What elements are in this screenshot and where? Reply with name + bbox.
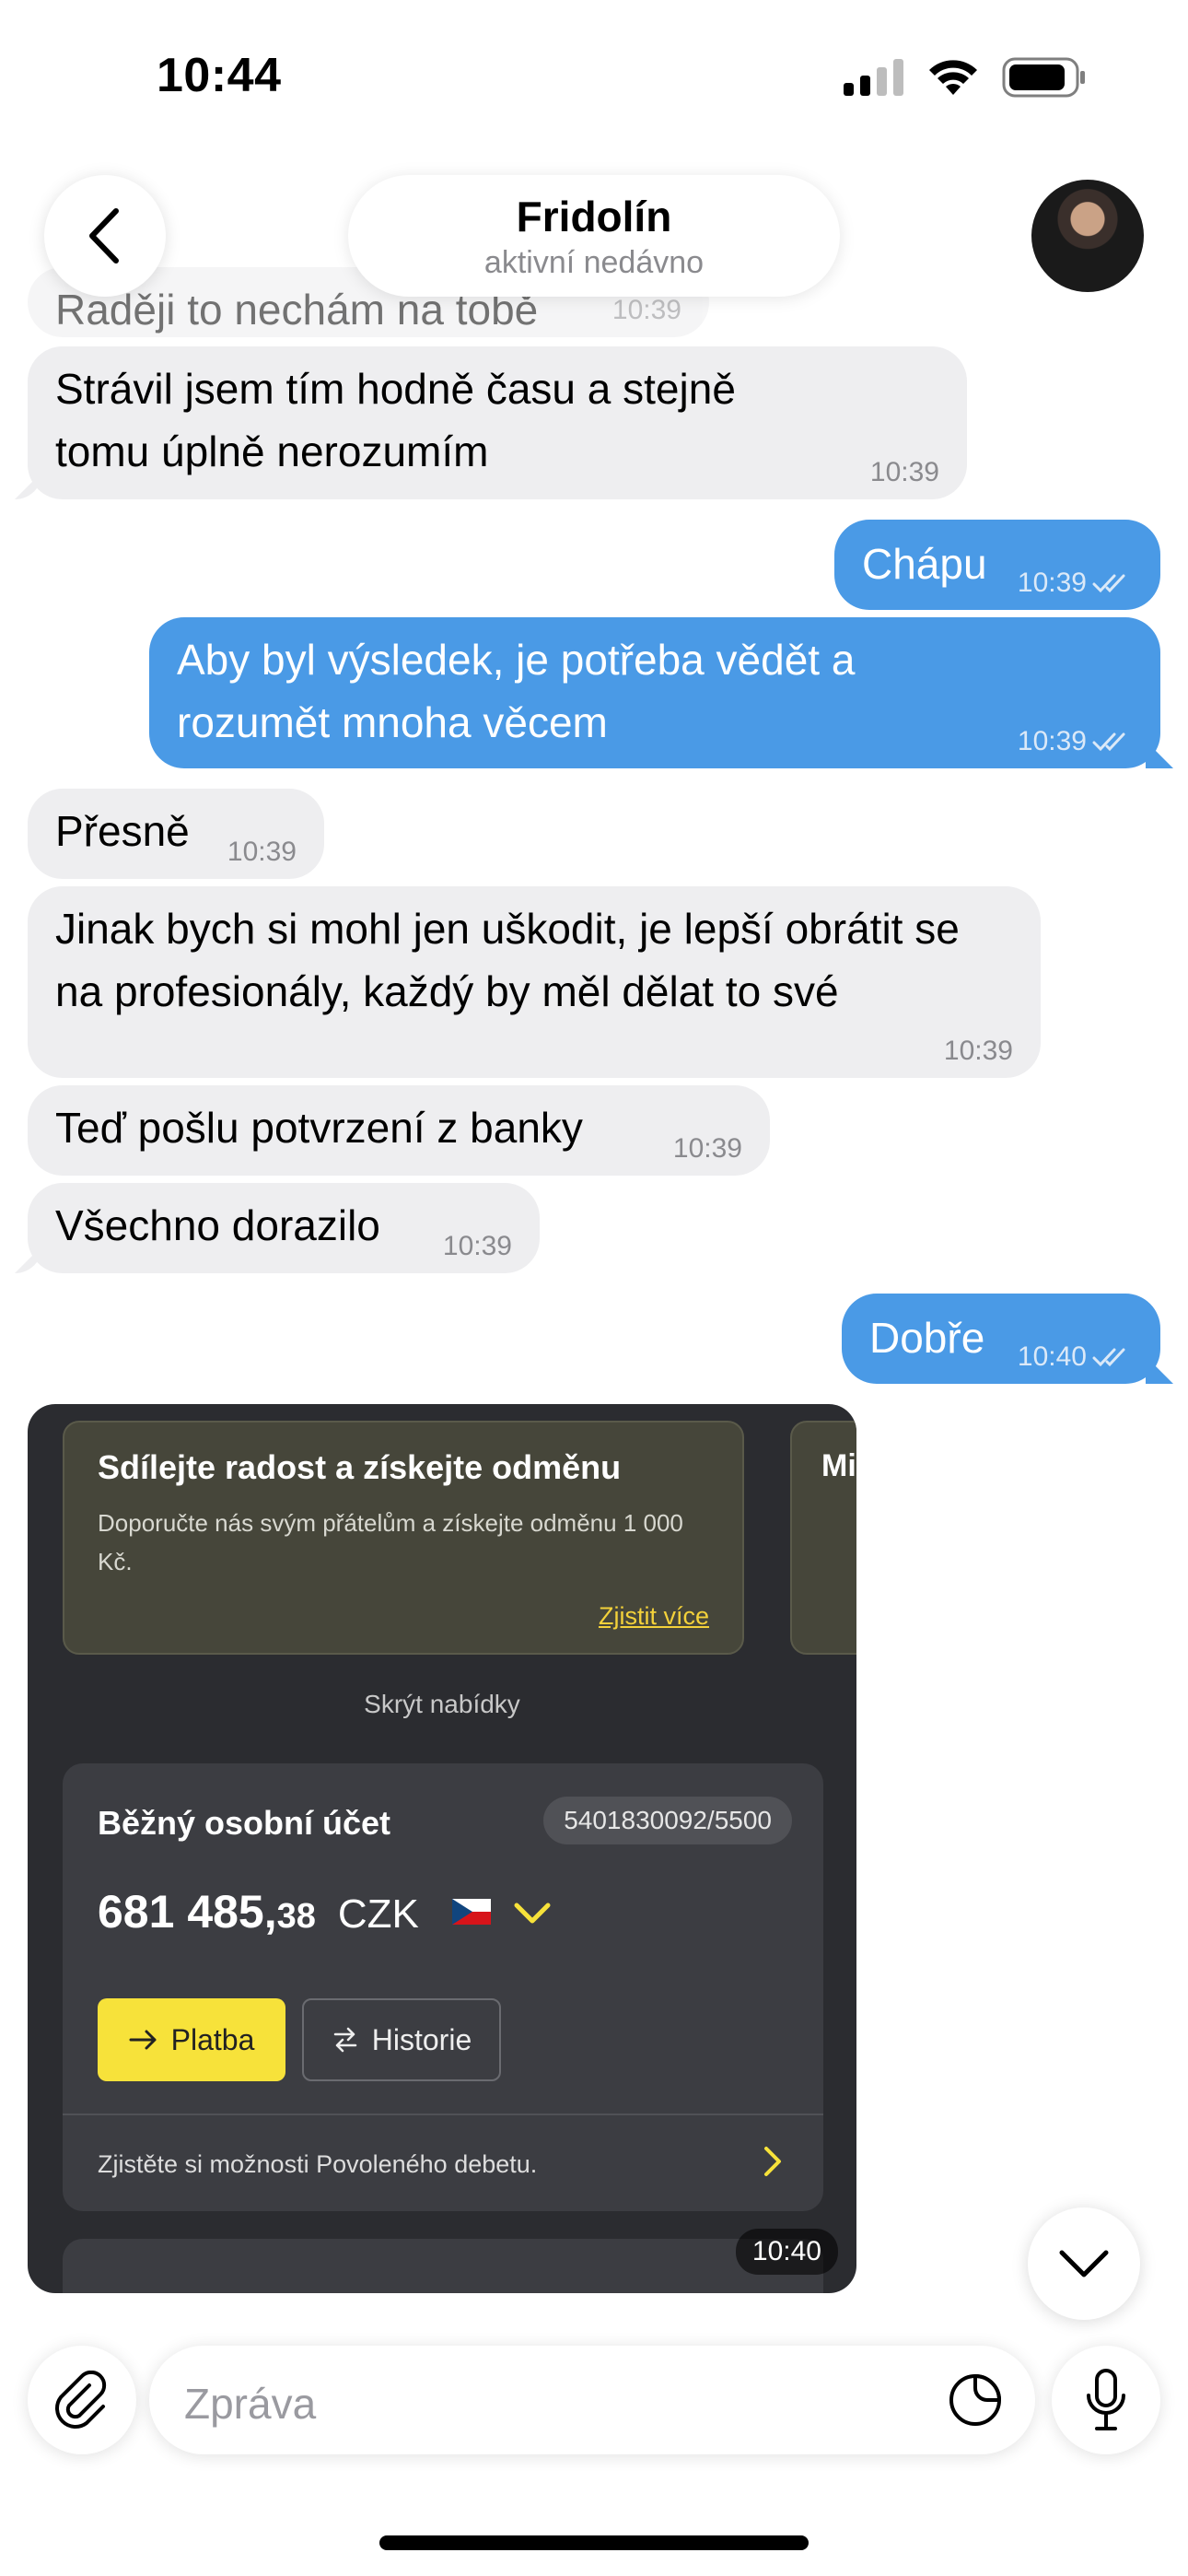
promo-card-next[interactable]: Mi	[790, 1421, 856, 1655]
currency: CZK	[337, 1891, 419, 1937]
message-time: 10:39	[869, 457, 939, 487]
attach-button[interactable]	[28, 2346, 136, 2454]
status-time: 10:44	[157, 49, 282, 102]
message-text: Strávil jsem tím hodně času a stejně tom…	[55, 365, 736, 475]
account-number: 5401830092/5500	[543, 1797, 792, 1844]
divider	[63, 2113, 823, 2115]
avatar[interactable]	[1031, 180, 1144, 292]
signal-icon	[844, 59, 903, 96]
message-bubble-out[interactable]: Aby byl výsledek, je potřeba vědět a roz…	[149, 617, 1160, 768]
message-bubble-in[interactable]: Jinak bych si mohl jen uškodit, je lepší…	[28, 886, 1041, 1078]
account-name: Běžný osobní účet	[98, 1804, 391, 1842]
message-input[interactable]: Zpráva	[149, 2346, 1035, 2454]
history-button-label: Historie	[371, 2022, 472, 2056]
account-balance: 681 485,38 CZK	[98, 1885, 491, 1938]
message-time: 10:39	[442, 1231, 512, 1261]
czech-flag-icon	[451, 1898, 491, 1925]
contact-name: Fridolín	[516, 193, 672, 240]
message-text: Aby byl výsledek, je potřeba vědět a roz…	[177, 636, 856, 746]
message-time: 10:39	[672, 1133, 742, 1164]
home-indicator	[379, 2535, 809, 2550]
chevron-right-icon[interactable]	[763, 2145, 783, 2178]
message-time: 10:39	[1017, 726, 1087, 756]
balance-main: 681 485,	[98, 1886, 277, 1938]
hide-offers-link[interactable]: Skrýt nabídky	[28, 1690, 856, 1719]
wifi-icon	[929, 60, 977, 95]
promo-card[interactable]: Sdílejte radost a získejte odměnu Doporu…	[63, 1421, 744, 1655]
message-text: Jinak bych si mohl jen uškodit, je lepší…	[55, 905, 960, 1015]
message-bubble-in[interactable]: Strávil jsem tím hodně času a stejně tom…	[28, 346, 967, 499]
pay-button[interactable]: Platba	[98, 1998, 285, 2081]
battery-icon	[1002, 57, 1085, 98]
message-time: 10:40	[735, 2229, 838, 2275]
message-bubble-out[interactable]: Dobře 10:40	[842, 1294, 1160, 1384]
read-checkmarks-icon	[1092, 1348, 1125, 1367]
microphone-button[interactable]	[1052, 2346, 1160, 2454]
scroll-down-button[interactable]	[1028, 2207, 1140, 2320]
chevron-down-icon	[1059, 2250, 1109, 2277]
contact-status: aktivní nedávno	[483, 245, 705, 280]
message-text: Všechno dorazilo	[55, 1201, 380, 1249]
message-text: Dobře	[869, 1314, 985, 1362]
overdraft-text[interactable]: Zjistěte si možnosti Povoleného debetu.	[98, 2150, 537, 2179]
history-button[interactable]: Historie	[302, 1998, 501, 2081]
message-text: Přesně	[55, 807, 190, 855]
chevron-left-icon	[89, 208, 119, 263]
microphone-icon	[1087, 2369, 1125, 2430]
swap-arrows-icon	[333, 2027, 357, 2053]
message-bubble-out[interactable]: Chápu 10:39	[834, 520, 1160, 610]
promo-text: Doporučte nás svým přátelům a získejte o…	[98, 1509, 683, 1575]
message-bubble-in[interactable]: Teď pošlu potvrzení z banky 10:39	[28, 1085, 770, 1176]
message-time: 10:40	[1017, 1341, 1087, 1372]
promo-link[interactable]: Zjistit více	[599, 1602, 709, 1631]
read-checkmarks-icon	[1092, 574, 1125, 593]
photo-message[interactable]: Sdílejte radost a získejte odměnu Doporu…	[28, 1404, 856, 2293]
promo-title: Sdílejte radost a získejte odměnu	[98, 1448, 622, 1486]
message-text: Teď pošlu potvrzení z banky	[55, 1104, 583, 1152]
balance-decimals: 38	[276, 1897, 316, 1936]
message-text: Chápu	[862, 540, 987, 588]
message-time: 10:39	[611, 295, 681, 325]
message-input-placeholder: Zpráva	[184, 2380, 317, 2428]
read-checkmarks-icon	[1092, 732, 1125, 752]
message-bubble-in[interactable]: Přesně 10:39	[28, 789, 324, 879]
status-icons	[844, 55, 1087, 100]
account-card-next	[63, 2239, 823, 2293]
paperclip-icon	[55, 2371, 107, 2429]
account-card[interactable]: Běžný osobní účet 5401830092/5500 681 48…	[63, 1763, 823, 2211]
sticker-icon[interactable]	[947, 2371, 1004, 2429]
message-time: 10:39	[943, 1036, 1013, 1066]
arrow-right-icon	[129, 2030, 157, 2050]
pay-button-label: Platba	[170, 2022, 255, 2056]
message-bubble-in[interactable]: Všechno dorazilo 10:39	[28, 1183, 540, 1273]
chevron-down-icon[interactable]	[514, 1902, 551, 1926]
chat-title[interactable]: Fridolín aktivní nedávno	[348, 175, 840, 297]
message-time: 10:39	[1017, 568, 1087, 598]
message-time: 10:39	[227, 837, 297, 867]
back-button[interactable]	[44, 175, 166, 297]
